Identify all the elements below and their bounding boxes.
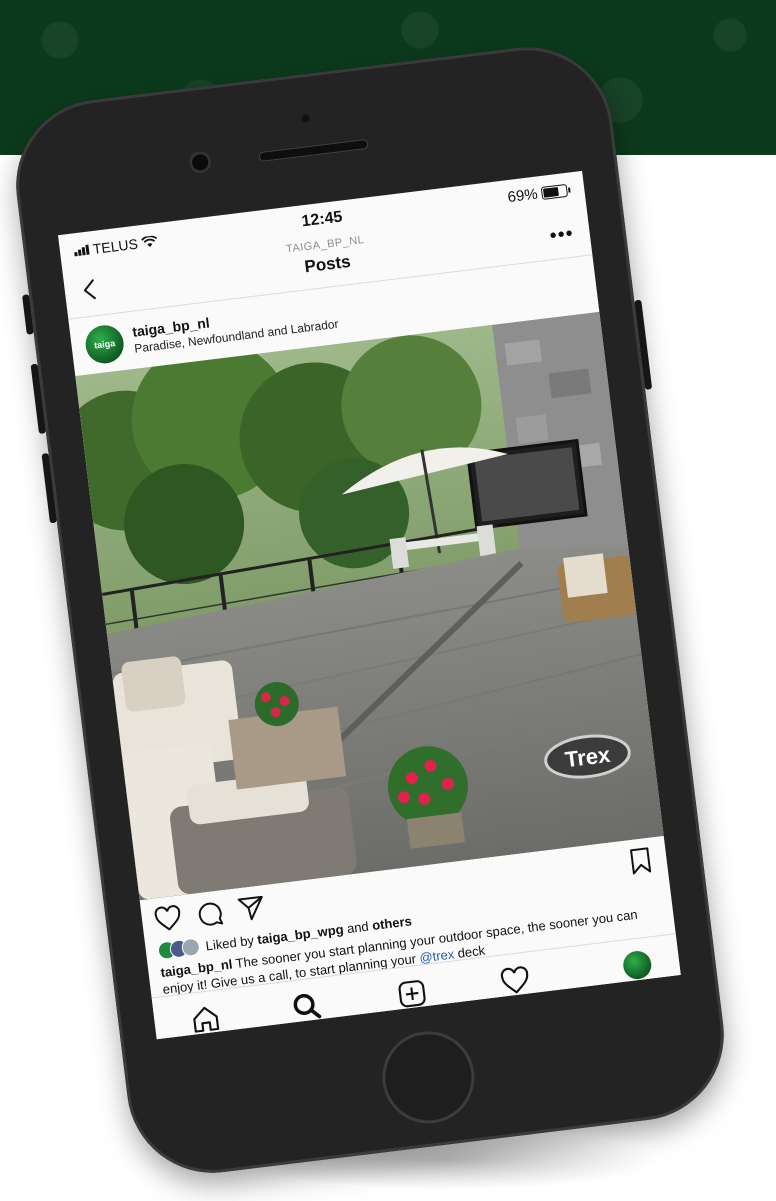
likes-prefix: Liked by	[204, 932, 255, 953]
liker-avatars	[156, 937, 201, 961]
deck-photo-illustration: Trex	[75, 311, 664, 901]
phone-body: TELUS 12:45 69% TAIGA_BP_NL Posts ••• ta…	[6, 37, 734, 1183]
heart-icon[interactable]	[153, 903, 184, 934]
bookmark-icon[interactable]	[625, 845, 656, 876]
comment-icon[interactable]	[194, 898, 225, 929]
avatar-logo-text: taiga	[93, 338, 116, 351]
home-icon[interactable]	[189, 1002, 222, 1035]
battery-percent: 69%	[506, 185, 539, 207]
profile-tab-avatar[interactable]	[621, 949, 653, 981]
instagram-screen: TELUS 12:45 69% TAIGA_BP_NL Posts ••• ta…	[58, 170, 681, 1040]
more-icon[interactable]: •••	[548, 222, 575, 247]
proximity-sensor	[301, 113, 311, 123]
activity-heart-icon[interactable]	[499, 964, 532, 997]
search-icon[interactable]	[290, 990, 323, 1023]
front-camera	[187, 150, 213, 175]
likes-middle: and	[346, 918, 370, 936]
add-post-icon[interactable]	[395, 977, 428, 1010]
phone-device: TELUS 12:45 69% TAIGA_BP_NL Posts ••• ta…	[6, 37, 734, 1183]
send-icon[interactable]	[236, 893, 267, 924]
battery-icon	[540, 183, 569, 200]
home-button[interactable]	[377, 1026, 480, 1129]
avatar[interactable]: taiga	[83, 323, 126, 366]
post-photo[interactable]: Trex	[75, 311, 664, 901]
earpiece-speaker	[258, 138, 369, 163]
battery-indicator: 69%	[506, 182, 572, 207]
likes-others[interactable]: others	[371, 913, 412, 933]
